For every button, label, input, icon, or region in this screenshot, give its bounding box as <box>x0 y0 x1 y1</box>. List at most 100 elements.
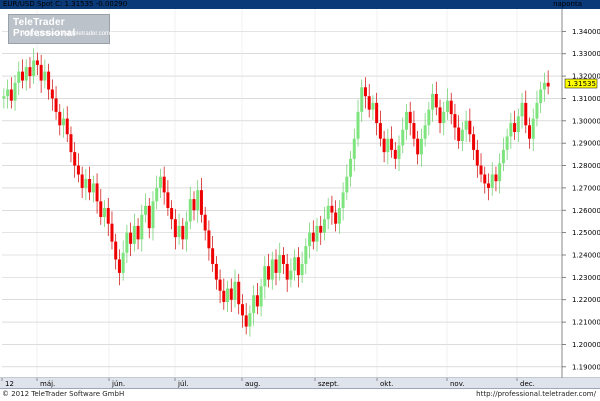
y-tick-label: 1.22000 <box>572 296 600 304</box>
copyright-label: © 2012 TeleTrader Software GmbH <box>2 390 125 398</box>
candle-body-down <box>412 123 416 139</box>
x-tick-label: dec. <box>520 380 535 388</box>
candle-body-down <box>173 219 177 238</box>
candle-body-up <box>140 214 144 240</box>
candle-body-down <box>255 295 259 307</box>
candle-body-up <box>293 257 297 271</box>
candle-body-down <box>382 138 386 153</box>
y-tick-label: 1.34000 <box>572 28 600 36</box>
candle-body-down <box>527 125 531 139</box>
y-tick-label: 1.26000 <box>572 207 600 215</box>
candle-body-down <box>47 71 51 90</box>
candle-body-up <box>501 149 505 164</box>
candle-body-up <box>352 138 356 159</box>
candle-body-up <box>185 221 189 240</box>
x-tick-label: aug. <box>245 380 260 388</box>
candle-body-down <box>453 114 457 128</box>
candle-body-down <box>207 230 211 249</box>
x-tick-label: júl. <box>177 380 189 388</box>
candle-body-down <box>267 266 271 280</box>
candle-body-up <box>464 120 468 130</box>
candle-body-up <box>17 71 21 83</box>
y-tick-label: 1.27000 <box>572 184 600 192</box>
y-tick-label: 1.31000 <box>572 95 600 103</box>
candle-body-down <box>222 290 226 302</box>
candle-body-up <box>103 208 107 217</box>
y-tick-label: 1.25000 <box>572 229 600 237</box>
last-price-label: 1.31535 <box>567 80 596 88</box>
y-tick-label: 1.24000 <box>572 252 600 260</box>
candle-body-down <box>99 201 103 217</box>
candle-body-down <box>65 118 69 135</box>
logo-url: http://professional.teletrader.com/ <box>23 31 112 37</box>
y-tick-label: 1.29000 <box>572 140 600 148</box>
candle-body-up <box>442 111 446 124</box>
candle-body-up <box>535 102 539 119</box>
candle-body-down <box>244 315 248 327</box>
candle-body-down <box>524 102 528 126</box>
x-tick-label: okt. <box>380 380 393 388</box>
candle-body-up <box>539 89 543 103</box>
candle-body-down <box>408 111 412 124</box>
y-tick-label: 1.28000 <box>572 162 600 170</box>
candle-body-up <box>132 225 136 244</box>
candle-body-up <box>121 252 125 273</box>
candle-body-up <box>125 232 129 253</box>
candle-body-down <box>9 89 13 101</box>
candle-body-down <box>416 138 420 155</box>
candle-body-up <box>300 263 304 276</box>
candle-body-up <box>345 176 349 193</box>
candle-body-down <box>281 255 285 264</box>
candle-body-down <box>21 71 25 81</box>
candle-body-down <box>88 178 92 193</box>
candle-body-up <box>315 225 319 242</box>
candle-body-up <box>248 313 252 327</box>
candle-body-up <box>419 138 423 155</box>
price-chart[interactable]: 1.340001.330001.320001.310001.300001.290… <box>0 0 600 400</box>
y-tick-label: 1.23000 <box>572 274 600 282</box>
candle-body-down <box>468 120 472 135</box>
candle-body-up <box>226 288 230 302</box>
candle-body-down <box>330 205 334 213</box>
candle-body-down <box>147 205 151 229</box>
candle-body-down <box>546 82 550 87</box>
candle-body-up <box>177 225 181 238</box>
candle-body-up <box>509 123 513 137</box>
candle-body-down <box>181 225 185 240</box>
footer-url-link[interactable]: http://professional.teletrader.com/ <box>476 390 596 398</box>
candle-body-up <box>308 232 312 247</box>
candle-body-down <box>199 190 203 215</box>
candle-body-down <box>203 214 207 231</box>
candle-body-up <box>158 176 162 188</box>
candle-body-down <box>211 248 215 264</box>
candle-body-down <box>285 263 289 280</box>
candle-body-down <box>95 183 99 202</box>
candle-body-up <box>360 87 364 112</box>
candle-body-up <box>490 174 494 188</box>
candle-body-down <box>363 87 367 97</box>
y-tick-label: 1.33000 <box>572 50 600 58</box>
candle-body-down <box>457 127 461 141</box>
candle-body-up <box>460 129 464 141</box>
candle-body-down <box>237 281 241 305</box>
candle-body-down <box>513 123 517 132</box>
candle-body-down <box>375 102 379 124</box>
candle-body-up <box>278 255 282 273</box>
candle-body-up <box>259 286 263 307</box>
candle-body-up <box>326 205 330 220</box>
candle-body-up <box>423 125 427 139</box>
candle-body-down <box>69 134 73 153</box>
candle-body-up <box>431 93 435 110</box>
candle-body-down <box>214 263 218 280</box>
candle-body-down <box>311 232 315 242</box>
candle-body-up <box>91 183 95 193</box>
candle-body-up <box>6 89 10 97</box>
x-tick-label: 12 <box>5 380 14 388</box>
teletrader-logo: TeleTrader Professional http://professio… <box>8 14 112 44</box>
candle-body-down <box>76 165 80 175</box>
candle-body-up <box>62 118 66 126</box>
x-tick-label: jún. <box>111 380 125 388</box>
candle-body-up <box>427 109 431 126</box>
candle-body-up <box>233 281 237 300</box>
candle-body-down <box>319 225 323 233</box>
